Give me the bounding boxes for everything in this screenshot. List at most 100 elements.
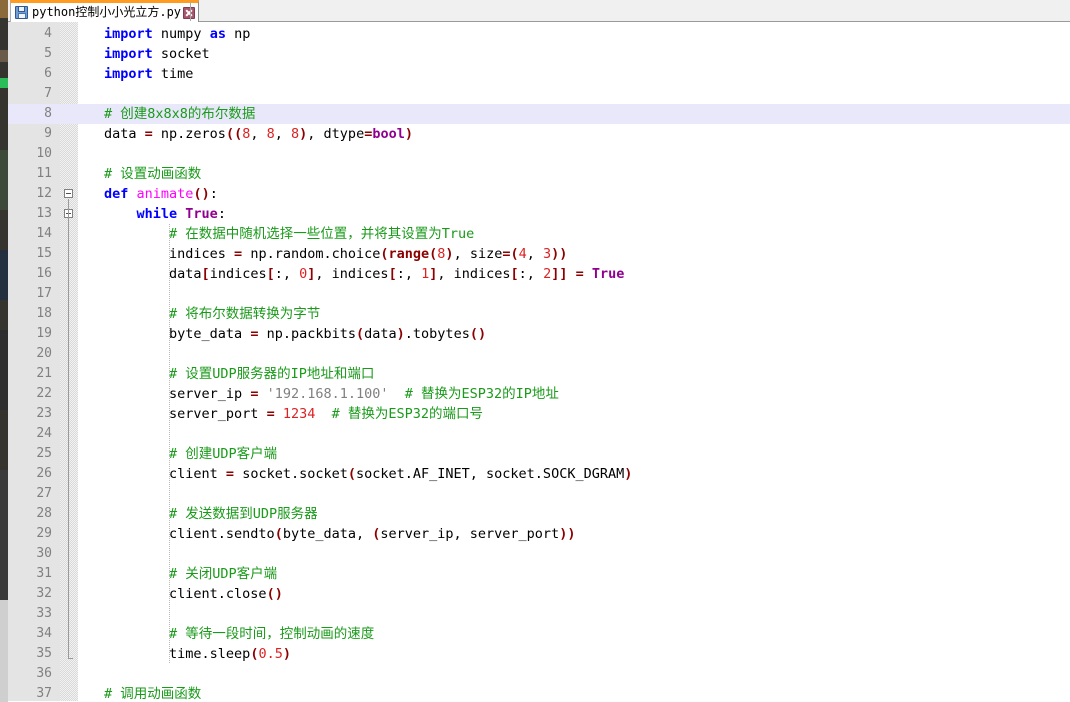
line-number: 29 [36, 526, 52, 541]
tab-title: python控制小小光立方.py [32, 5, 182, 19]
code-line[interactable]: 31 # 关闭UDP客户端 [8, 564, 1070, 584]
code-line[interactable]: 15 indices = np.random.choice(range(8), … [8, 244, 1070, 264]
token: ) [404, 126, 413, 142]
code-line[interactable]: 20 [8, 344, 1070, 364]
editor-window: python控制小小光立方.py 4 import numpy as np 5 imp… [0, 0, 1070, 702]
code-line[interactable]: 22 server_ip = '192.168.1.100' # 替换为ESP3… [8, 384, 1070, 404]
code-line[interactable]: 19 byte_data = np.packbits(data).tobytes… [8, 324, 1070, 344]
token: import [104, 26, 153, 42]
line-number: 21 [36, 366, 52, 381]
line-number: 24 [36, 426, 52, 441]
code-line[interactable]: 11 # 设置动画函数 [8, 164, 1070, 184]
token: () [469, 326, 487, 342]
code-line[interactable]: 32 client.close() [8, 584, 1070, 604]
code-line[interactable]: 5 import socket [8, 44, 1070, 64]
code-line[interactable]: 4 import numpy as np [8, 24, 1070, 44]
token: # 替换为ESP32的IP地址 [404, 386, 559, 402]
token: data [104, 126, 145, 142]
code-line[interactable]: 23 server_port = 1234 # 替换为ESP32的端口号 [8, 404, 1070, 424]
line-content: while True: [104, 204, 226, 224]
token: socket.AF_INET, socket.SOCK_DGRAM [356, 466, 625, 482]
token: # 在数据中随机选择一些位置，并将其设置为True [104, 226, 475, 242]
code-line[interactable]: 24 [8, 424, 1070, 444]
code-line[interactable]: 34 # 等待一段时间，控制动画的速度 [8, 624, 1070, 644]
code-line[interactable]: 21 # 设置UDP服务器的IP地址和端口 [8, 364, 1070, 384]
line-content: data[indices[:, 0], indices[:, 1], indic… [104, 264, 624, 284]
token: :, [518, 266, 544, 282]
token: data [104, 266, 202, 282]
code-line[interactable]: 13 while True: [8, 204, 1070, 224]
token: ( [356, 326, 365, 342]
line-number: 27 [36, 486, 52, 501]
token: ) [282, 646, 291, 662]
token: # 设置动画函数 [104, 166, 202, 182]
token: socket.socket [234, 466, 348, 482]
token: # 发送数据到UDP服务器 [104, 506, 318, 522]
line-content: server_port = 1234 # 替换为ESP32的端口号 [104, 404, 483, 424]
token: .tobytes [404, 326, 470, 342]
code-line[interactable]: 30 [8, 544, 1070, 564]
token: , [250, 126, 267, 142]
line-content: # 将布尔数据转换为字节 [104, 304, 320, 324]
code-line[interactable]: 10 [8, 144, 1070, 164]
code-line[interactable]: 9 data = np.zeros((8, 8, 8), dtype=bool) [8, 124, 1070, 144]
line-number: 6 [44, 66, 52, 81]
code-line[interactable]: 18 # 将布尔数据转换为字节 [8, 304, 1070, 324]
code-line[interactable]: 33 [8, 604, 1070, 624]
token: server_ip, server_port [380, 526, 560, 542]
token: ( [510, 246, 519, 262]
code-line[interactable]: 17 [8, 284, 1070, 304]
code-line[interactable]: 7 [8, 84, 1070, 104]
line-number: 25 [36, 446, 52, 461]
token: , dtype [307, 126, 365, 142]
line-content: byte_data = np.packbits(data).tobytes() [104, 324, 486, 344]
token: while [136, 206, 178, 222]
token: np.zeros [152, 126, 226, 142]
line-content: # 创建UDP客户端 [104, 444, 277, 464]
code-pane[interactable]: 4 import numpy as np 5 import socket 6 import… [8, 22, 1070, 701]
code-line[interactable]: 16 data[indices[:, 0], indices[:, 1], in… [8, 264, 1070, 284]
token: client.sendto [104, 526, 275, 542]
line-number: 35 [36, 646, 52, 661]
token: 1234 [282, 406, 316, 422]
token: = [225, 466, 235, 482]
code-line[interactable]: 12 def animate(): [8, 184, 1070, 204]
line-content: data = np.zeros((8, 8, 8), dtype=bool) [104, 124, 413, 144]
code-line[interactable]: 36 [8, 664, 1070, 684]
code-line[interactable]: 25 # 创建UDP客户端 [8, 444, 1070, 464]
token: True [591, 266, 625, 282]
token: ) [396, 326, 405, 342]
token: np.packbits [258, 326, 356, 342]
fold-toggle-icon[interactable] [64, 189, 73, 198]
line-content: client.close() [104, 584, 283, 604]
token: [ [388, 266, 397, 282]
line-number: 30 [36, 546, 52, 561]
token: client [104, 466, 226, 482]
line-number: 8 [44, 106, 52, 121]
floppy-disk-icon [15, 6, 28, 19]
line-content: # 设置UDP服务器的IP地址和端口 [104, 364, 374, 384]
token: socket [152, 46, 210, 62]
code-line[interactable]: 28 # 发送数据到UDP服务器 [8, 504, 1070, 524]
code-line[interactable]: 26 client = socket.socket(socket.AF_INET… [8, 464, 1070, 484]
code-line[interactable]: 29 client.sendto(byte_data, (server_ip, … [8, 524, 1070, 544]
code-line[interactable]: 27 [8, 484, 1070, 504]
line-content: server_ip = '192.168.1.100' # 替换为ESP32的I… [104, 384, 559, 404]
token: [ [510, 266, 519, 282]
tab-python-file[interactable]: python控制小小光立方.py [10, 0, 200, 22]
token: 3 [543, 246, 552, 262]
code-line[interactable]: 8 # 创建8x8x8的布尔数据 [8, 104, 1070, 124]
line-number: 18 [36, 306, 52, 321]
line-number: 9 [44, 126, 52, 141]
code-line[interactable]: 35 time.sleep(0.5) [8, 644, 1070, 664]
token: 4 [518, 246, 527, 262]
line-number: 33 [36, 606, 52, 621]
code-line[interactable]: 37 # 调用动画函数 [8, 684, 1070, 701]
line-content: import socket [104, 44, 210, 64]
line-number: 5 [44, 46, 52, 61]
code-line[interactable]: 14 # 在数据中随机选择一些位置，并将其设置为True [8, 224, 1070, 244]
token: 0.5 [258, 646, 283, 662]
code-line[interactable]: 6 import time [8, 64, 1070, 84]
